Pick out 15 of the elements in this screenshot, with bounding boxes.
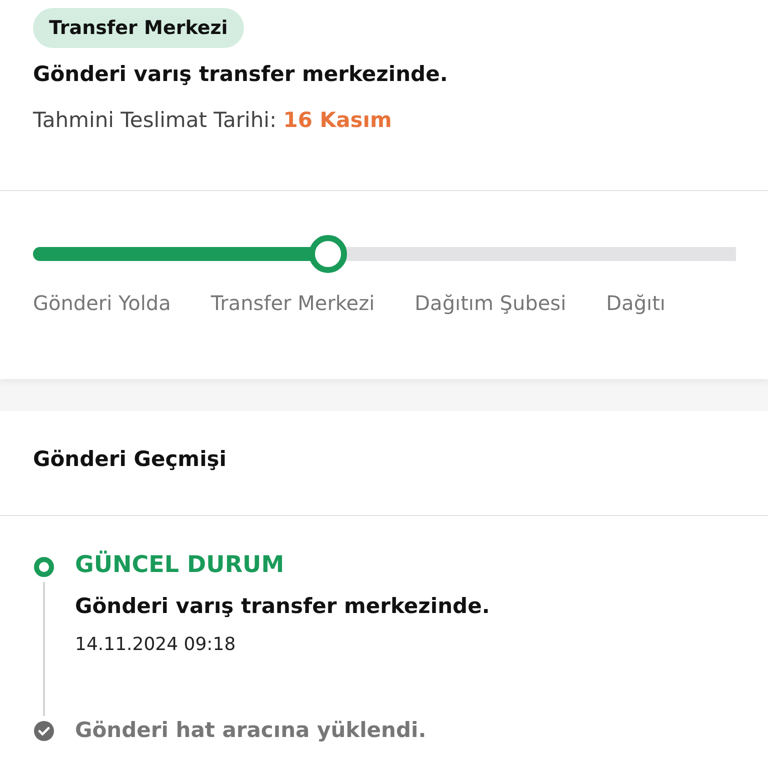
check-circle-icon	[33, 720, 55, 742]
step-label: Transfer Merkezi	[210, 291, 375, 315]
status-badge: Transfer Merkezi	[33, 8, 244, 48]
event-time: 14.11.2024 09:18	[75, 634, 237, 655]
current-status-icon	[33, 556, 55, 578]
status-headline: Gönderi varış transfer merkezinde.	[33, 62, 449, 86]
step-label: Gönderi Yolda	[33, 291, 171, 315]
history-title: Gönderi Geçmişi	[0, 411, 768, 516]
estimate-date: 16 Kasım	[283, 108, 392, 132]
event-text: Gönderi hat aracına yüklendi.	[75, 718, 426, 742]
step-label: Dağıtım Şubesi	[414, 291, 566, 315]
estimate-label: Tahmini Teslimat Tarihi:	[33, 108, 277, 132]
current-status-label: GÜNCEL DURUM	[75, 552, 286, 578]
step-label: Dağıtı	[606, 291, 666, 315]
event-text: Gönderi varış transfer merkezinde.	[75, 594, 490, 618]
